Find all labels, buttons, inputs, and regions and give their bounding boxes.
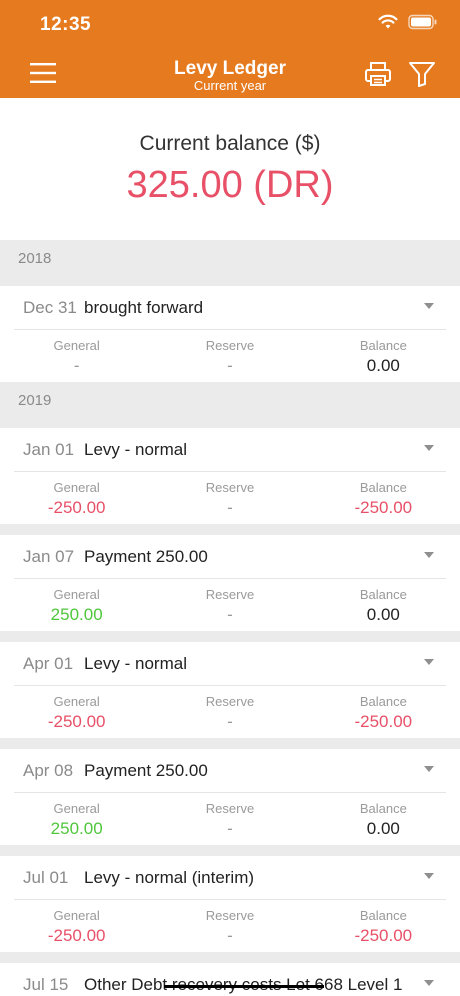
print-icon — [365, 62, 391, 86]
balance-label: Current balance ($) — [139, 132, 321, 155]
entry-header[interactable]: Jul 01 Levy - normal (interim) — [14, 856, 446, 900]
balance-value: -250.00 — [354, 712, 413, 731]
status-icons — [378, 14, 438, 30]
reserve-label: Reserve — [205, 801, 255, 816]
entry-header[interactable]: Jan 07 Payment 250.00 — [14, 535, 446, 579]
balance-value: 325.00 (DR) — [126, 164, 334, 206]
year-header: 2019 — [0, 382, 460, 428]
divider — [0, 952, 460, 963]
entry-description: Payment 250.00 — [84, 547, 208, 566]
year-header: 2018 — [0, 240, 460, 286]
redaction-strike — [164, 985, 324, 988]
balance-label: Balance — [359, 801, 407, 816]
ledger-entry[interactable]: Jul 01 Levy - normal (interim) General -2… — [0, 856, 460, 952]
reserve-label: Reserve — [205, 908, 255, 923]
entry-header[interactable]: Jan 01 Levy - normal — [14, 428, 446, 472]
reserve-value: - — [227, 356, 233, 375]
entry-description: brought forward — [84, 298, 204, 317]
top-bar: 12:35 Levy Ledger Current year — [0, 0, 460, 98]
general-value: - — [73, 356, 80, 375]
entry-date: Apr 08 — [23, 761, 74, 780]
balance-summary: Current balance ($) 325.00 (DR) — [0, 98, 460, 240]
battery-icon — [408, 14, 437, 30]
filter-button[interactable] — [408, 60, 436, 88]
entry-amounts: General 250.00 Reserve - Balance 0.00 — [0, 579, 460, 631]
general-label: General — [53, 801, 100, 816]
balance-label: Balance — [359, 908, 407, 923]
balance-value: 0.00 — [366, 356, 400, 375]
divider — [0, 738, 460, 749]
divider — [0, 524, 460, 535]
chevron-down-icon[interactable] — [424, 980, 434, 986]
entry-header[interactable]: Apr 08 Payment 250.00 — [14, 749, 446, 793]
entry-header[interactable]: Jul 15 Other Debt recovery costs Lot 668… — [14, 963, 446, 996]
reserve-label: Reserve — [205, 338, 255, 353]
balance-label: Balance — [359, 338, 407, 353]
general-label: General — [53, 908, 100, 923]
entry-description: Levy - normal — [84, 440, 187, 459]
general-value: 250.00 — [50, 819, 103, 838]
entry-date: Jul 01 — [23, 868, 69, 887]
general-value: -250.00 — [47, 498, 106, 517]
general-label: General — [53, 338, 100, 353]
entry-amounts: General - Reserve - Balance 0.00 — [0, 330, 460, 382]
print-button[interactable] — [364, 60, 392, 88]
entry-date: Apr 01 — [23, 654, 74, 673]
balance-label: Balance — [359, 480, 407, 495]
reserve-value: - — [227, 926, 233, 945]
chevron-down-icon[interactable] — [424, 303, 434, 309]
entry-date: Dec 31 — [23, 298, 77, 317]
entry-description: Levy - normal (interim) — [84, 868, 255, 887]
entry-amounts: General -250.00 Reserve - Balance -250.00 — [0, 472, 460, 524]
filter-icon — [409, 62, 435, 87]
reserve-label: Reserve — [205, 480, 255, 495]
chevron-down-icon[interactable] — [424, 766, 434, 772]
ledger-entry[interactable]: Apr 08 Payment 250.00 General 250.00 Rese… — [0, 749, 460, 845]
chevron-down-icon[interactable] — [424, 552, 434, 558]
status-time: 12:35 — [40, 14, 92, 35]
ledger-entry[interactable]: Jan 01 Levy - normal General -250.00 Rese… — [0, 428, 460, 524]
entry-date: Jan 07 — [23, 547, 75, 566]
general-value: -250.00 — [47, 926, 106, 945]
balance-label: Balance — [359, 587, 407, 602]
entry-header[interactable]: Apr 01 Levy - normal — [14, 642, 446, 686]
ledger-list[interactable]: 2018 Dec 31 brought forward General - Res… — [0, 240, 460, 996]
balance-value: -250.00 — [354, 926, 413, 945]
entry-date: Jan 01 — [23, 440, 75, 459]
balance-label: Balance — [359, 694, 407, 709]
ledger-entry[interactable]: Apr 01 Levy - normal General -250.00 Rese… — [0, 642, 460, 738]
divider — [0, 845, 460, 856]
reserve-value: - — [227, 498, 233, 517]
entry-amounts: General -250.00 Reserve - Balance -250.00 — [0, 686, 460, 738]
chevron-down-icon[interactable] — [424, 659, 434, 665]
entry-date: Jul 15 — [23, 975, 69, 994]
entry-header[interactable]: Dec 31 brought forward — [14, 286, 446, 330]
general-label: General — [53, 694, 100, 709]
ledger-entry[interactable]: Jan 07 Payment 250.00 General 250.00 Rese… — [0, 535, 460, 631]
balance-value: 0.00 — [366, 605, 400, 624]
entry-description: Payment 250.00 — [84, 761, 208, 780]
ledger-entry[interactable]: Dec 31 brought forward General - Reserve -… — [0, 286, 460, 382]
entry-amounts: General -250.00 Reserve - Balance -250.00 — [0, 900, 460, 952]
general-label: General — [53, 480, 100, 495]
reserve-value: - — [227, 605, 233, 624]
balance-value: 0.00 — [366, 819, 400, 838]
general-value: -250.00 — [47, 712, 106, 731]
divider — [0, 631, 460, 642]
balance-value: -250.00 — [354, 498, 413, 517]
reserve-label: Reserve — [205, 587, 255, 602]
reserve-value: - — [227, 712, 233, 731]
chevron-down-icon[interactable] — [424, 445, 434, 451]
reserve-value: - — [227, 819, 233, 838]
entry-description: Levy - normal — [84, 654, 187, 673]
chevron-down-icon[interactable] — [424, 873, 434, 879]
reserve-label: Reserve — [205, 694, 255, 709]
general-label: General — [53, 587, 100, 602]
entry-amounts: General 250.00 Reserve - Balance 0.00 — [0, 793, 460, 845]
wifi-icon — [378, 14, 398, 29]
ledger-entry[interactable]: Jul 15 Other Debt recovery costs Lot 668… — [0, 963, 460, 996]
general-value: 250.00 — [50, 605, 103, 624]
